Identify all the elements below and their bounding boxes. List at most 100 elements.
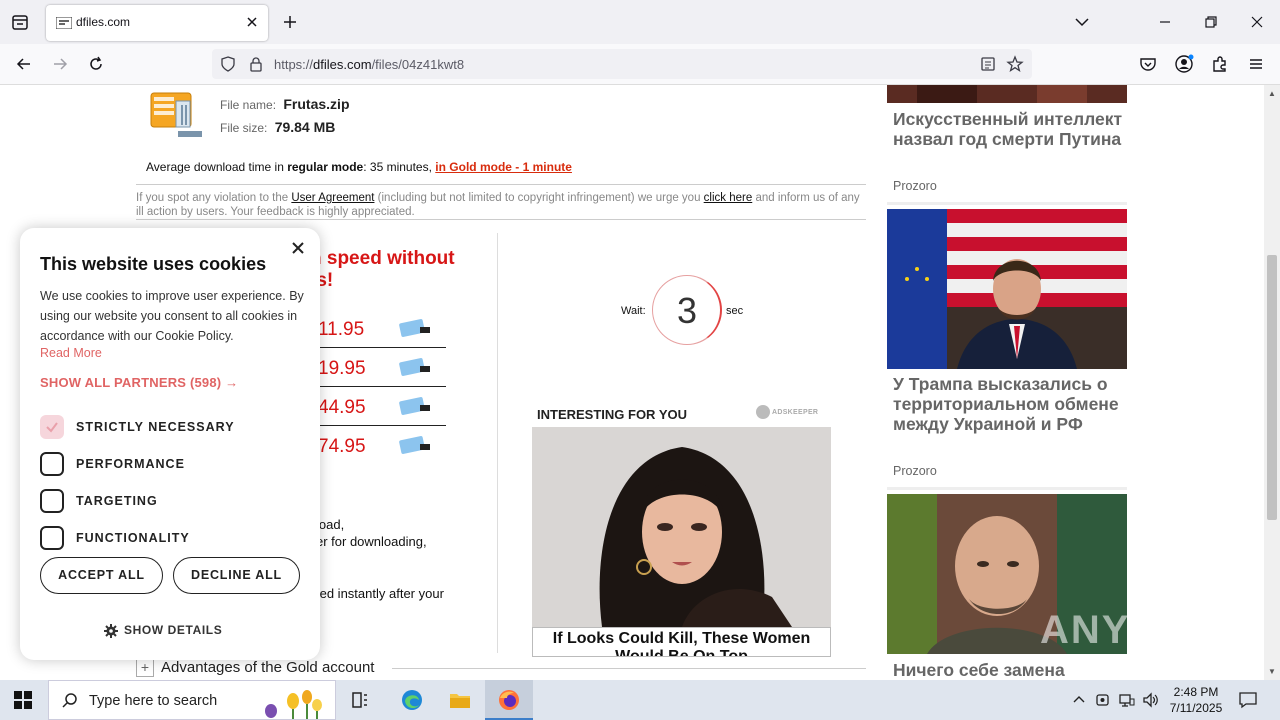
gold-mode-link[interactable]: in Gold mode - 1 minute bbox=[435, 160, 572, 174]
cookie-dialog: This website uses cookies We use cookies… bbox=[20, 228, 320, 660]
divider bbox=[887, 487, 1127, 490]
checkbox[interactable] bbox=[40, 452, 64, 476]
ad-caption[interactable]: If Looks Could Kill, These Women Would B… bbox=[532, 627, 831, 657]
file-size: 79.84 MB bbox=[274, 119, 336, 135]
file-explorer-icon[interactable] bbox=[436, 680, 484, 720]
menu-icon[interactable] bbox=[1246, 54, 1266, 74]
key-icon bbox=[756, 405, 770, 419]
close-icon[interactable] bbox=[290, 240, 306, 256]
read-more-link[interactable]: Read More bbox=[40, 346, 102, 360]
ad-heading: INTERESTING FOR YOU bbox=[537, 407, 687, 422]
forward-icon[interactable] bbox=[50, 54, 70, 74]
scrollbar-thumb[interactable] bbox=[1267, 255, 1277, 520]
windows-start-icon[interactable] bbox=[14, 691, 32, 709]
site-favicon-icon bbox=[56, 17, 72, 29]
taskbar: Type here to search 2:48 PM 7/11/2025 bbox=[0, 680, 1280, 720]
file-name: Frutas.zip bbox=[283, 96, 350, 112]
checkbox-label: TARGETING bbox=[76, 494, 158, 508]
meet-now-icon[interactable] bbox=[1094, 691, 1112, 709]
price-row[interactable]: 74.95 bbox=[300, 426, 446, 465]
extensions-icon[interactable] bbox=[1210, 54, 1230, 74]
column-divider bbox=[497, 233, 498, 653]
firefox-icon[interactable] bbox=[485, 680, 533, 720]
checkbox-label: PERFORMANCE bbox=[76, 457, 185, 471]
edge-browser-icon[interactable] bbox=[388, 680, 436, 720]
tab-bar: dfiles.com bbox=[0, 0, 1280, 44]
url-bar[interactable]: https://dfiles.com/files/04z41kwt8 bbox=[212, 49, 1032, 79]
gold-feature-text: ted instantly after your bbox=[316, 586, 444, 601]
payment-cards-icon bbox=[398, 397, 432, 417]
show-details-button[interactable]: SHOW DETAILS bbox=[104, 623, 222, 638]
payment-cards-icon bbox=[398, 319, 432, 339]
lock-icon[interactable] bbox=[248, 56, 264, 72]
zip-archive-icon bbox=[150, 91, 206, 141]
window-close-icon[interactable] bbox=[1247, 12, 1267, 32]
accept-all-button[interactable]: ACCEPT ALL bbox=[40, 557, 163, 594]
restore-icon[interactable] bbox=[1201, 12, 1221, 32]
close-tab-icon[interactable] bbox=[244, 14, 260, 30]
click-here-link[interactable]: click here bbox=[704, 192, 753, 204]
user-agreement-link[interactable]: User Agreement bbox=[291, 192, 374, 204]
tab-list-icon[interactable] bbox=[8, 10, 32, 34]
news-source: Prozoro bbox=[893, 464, 937, 478]
reader-view-icon[interactable] bbox=[980, 56, 996, 72]
average-download-time: Average download time in regular mode: 3… bbox=[146, 160, 572, 174]
page-scrollbar[interactable]: ▲ ▼ bbox=[1264, 85, 1280, 680]
news-image[interactable] bbox=[887, 85, 1127, 103]
tracking-protection-shield-icon[interactable] bbox=[220, 56, 236, 72]
price-row[interactable]: 44.95 bbox=[300, 387, 446, 426]
price: 11.95 bbox=[318, 319, 365, 340]
bookmark-star-icon[interactable] bbox=[1006, 55, 1024, 73]
list-all-tabs-icon[interactable] bbox=[1072, 12, 1092, 32]
ad-image[interactable] bbox=[532, 427, 831, 627]
system-clock[interactable]: 2:48 PM 7/11/2025 bbox=[1160, 684, 1232, 716]
checkbox[interactable] bbox=[40, 415, 64, 439]
minimize-icon[interactable] bbox=[1155, 12, 1175, 32]
volume-icon[interactable] bbox=[1142, 691, 1160, 709]
scroll-up-icon[interactable]: ▲ bbox=[1268, 89, 1276, 98]
news-image[interactable] bbox=[887, 209, 1127, 369]
checkbox-label: FUNCTIONALITY bbox=[76, 531, 190, 545]
countdown-value: 3 bbox=[676, 290, 698, 331]
price: 44.95 bbox=[318, 397, 366, 418]
decline-all-button[interactable]: DECLINE ALL bbox=[173, 557, 300, 594]
taskbar-search-box[interactable]: Type here to search bbox=[48, 680, 336, 720]
checkbox[interactable] bbox=[40, 489, 64, 513]
clock-time: 2:48 PM bbox=[1173, 685, 1219, 699]
news-title[interactable]: Ничего себе замена bbox=[893, 660, 1123, 680]
sec-label: sec bbox=[726, 305, 744, 317]
new-tab-icon[interactable] bbox=[280, 12, 300, 32]
price-row[interactable]: 19.95 bbox=[300, 348, 446, 387]
notification-center-icon[interactable] bbox=[1238, 690, 1258, 710]
checkbox[interactable] bbox=[40, 526, 64, 550]
news-title[interactable]: Искусственный интеллект назвал год смерт… bbox=[893, 109, 1123, 149]
adskeeper-logo[interactable]: ADSKEEPER bbox=[756, 405, 818, 419]
scroll-down-icon[interactable]: ▼ bbox=[1268, 667, 1276, 676]
show-hidden-icons-chevron-icon[interactable] bbox=[1070, 691, 1088, 709]
gold-feature-text: er for downloading, bbox=[316, 534, 427, 549]
reload-icon[interactable] bbox=[86, 54, 106, 74]
flowers-decoration-icon bbox=[251, 683, 331, 719]
divider bbox=[392, 668, 866, 669]
active-tab[interactable]: dfiles.com bbox=[46, 5, 268, 41]
tab-title: dfiles.com bbox=[76, 15, 131, 29]
search-placeholder: Type here to search bbox=[89, 693, 218, 709]
payment-cards-icon bbox=[398, 358, 432, 378]
news-title[interactable]: У Трампа высказались о территориальном о… bbox=[893, 374, 1123, 434]
file-size-label: File size: bbox=[220, 121, 268, 135]
divider bbox=[136, 219, 866, 220]
advantages-heading[interactable]: Advantages of the Gold account bbox=[161, 659, 374, 676]
task-view-icon[interactable] bbox=[336, 680, 384, 720]
cookie-title: This website uses cookies bbox=[40, 254, 267, 274]
back-icon[interactable] bbox=[14, 54, 34, 74]
price-row[interactable]: 11.95 bbox=[300, 309, 446, 348]
account-icon[interactable] bbox=[1174, 54, 1194, 74]
expand-plus-icon[interactable]: + bbox=[136, 659, 154, 677]
network-icon[interactable] bbox=[1118, 691, 1136, 709]
pocket-icon[interactable] bbox=[1138, 54, 1158, 74]
gold-feature-text: load, bbox=[316, 517, 345, 532]
anyrun-watermark: ANY RUN bbox=[1040, 608, 1236, 652]
url-text[interactable]: https://dfiles.com/files/04z41kwt8 bbox=[274, 57, 464, 72]
show-partners-link[interactable]: SHOW ALL PARTNERS (598) → bbox=[40, 375, 238, 390]
price: 19.95 bbox=[318, 358, 366, 379]
